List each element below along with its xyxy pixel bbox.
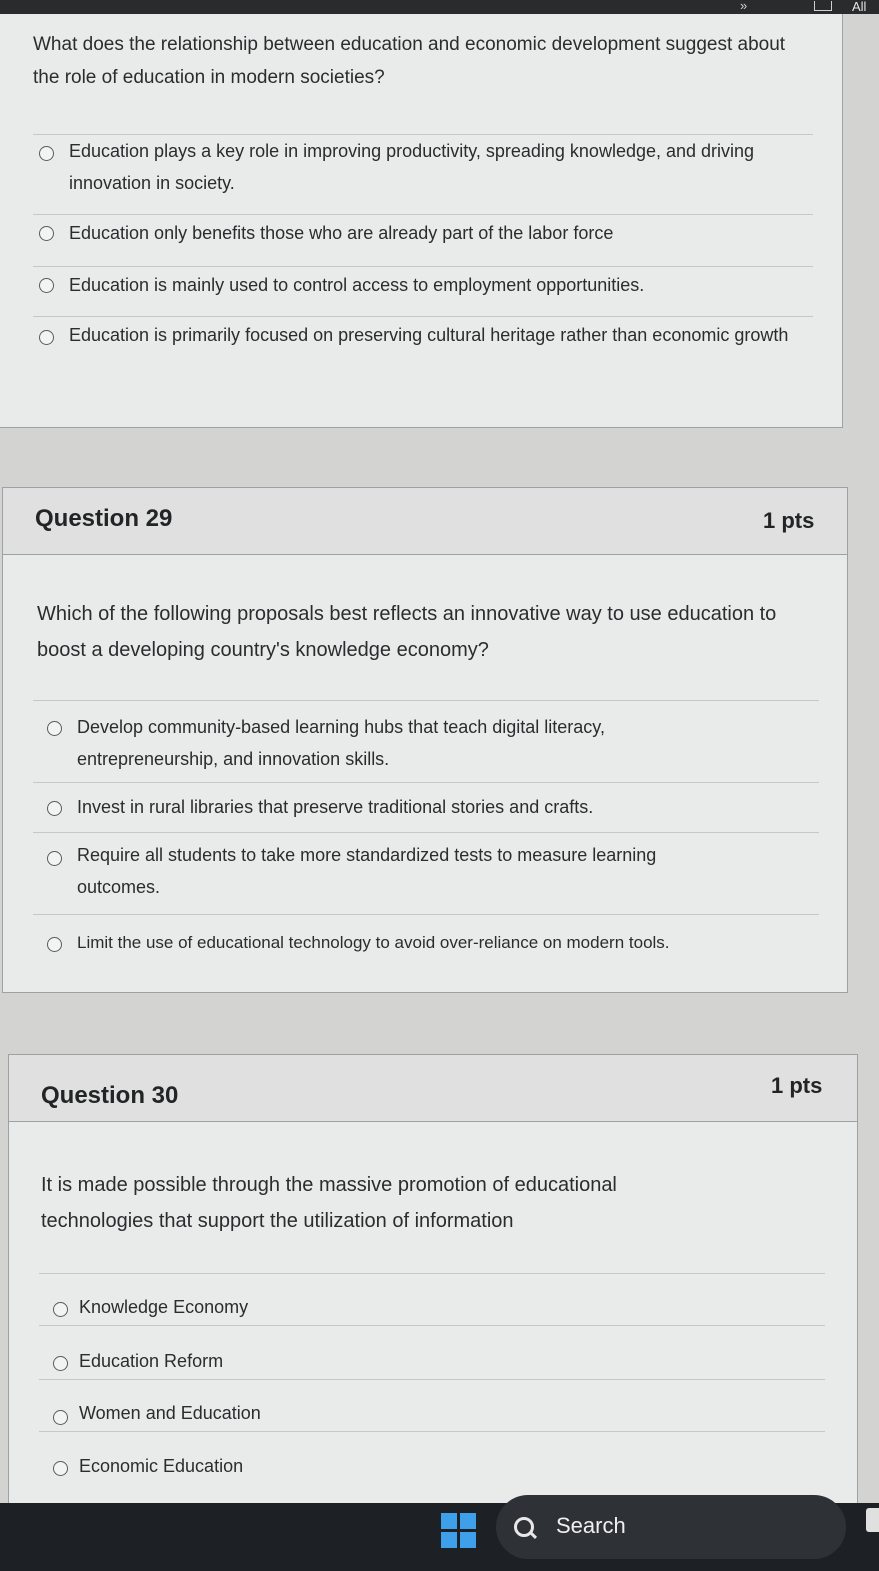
question-29-points: 1 pts bbox=[763, 508, 815, 533]
browser-toolbar: » All bbox=[0, 0, 879, 14]
question-30-option-4[interactable]: Economic Education bbox=[39, 1431, 825, 1491]
radio-button[interactable] bbox=[47, 937, 62, 952]
question-28-card: What does the relationship between educa… bbox=[0, 14, 843, 428]
radio-button[interactable] bbox=[53, 1302, 68, 1317]
radio-button[interactable] bbox=[39, 226, 54, 241]
question-30-header: Question 30 1 pts bbox=[9, 1055, 857, 1122]
question-29-option-4[interactable]: Limit the use of educational technology … bbox=[33, 914, 819, 968]
option-label[interactable]: Education is mainly used to control acce… bbox=[69, 269, 799, 301]
option-label[interactable]: Education Reform bbox=[79, 1345, 223, 1377]
option-label[interactable]: Education plays a key role in improving … bbox=[69, 135, 799, 199]
windows-start-icon[interactable] bbox=[441, 1513, 477, 1549]
option-label[interactable]: Education only benefits those who are al… bbox=[69, 217, 799, 249]
question-29-title: Question 29 bbox=[35, 505, 173, 532]
search-icon bbox=[514, 1517, 534, 1537]
question-28-option-1[interactable]: Education plays a key role in improving … bbox=[33, 134, 813, 214]
option-label[interactable]: Limit the use of educational technology … bbox=[77, 927, 817, 959]
question-29-header: Question 29 1 pts bbox=[3, 488, 847, 555]
question-29-option-2[interactable]: Invest in rural libraries that preserve … bbox=[33, 782, 819, 832]
question-30-option-2[interactable]: Education Reform bbox=[39, 1325, 825, 1379]
radio-button[interactable] bbox=[39, 330, 54, 345]
radio-button[interactable] bbox=[39, 278, 54, 293]
radio-button[interactable] bbox=[47, 851, 62, 866]
radio-button[interactable] bbox=[47, 801, 62, 816]
overflow-chevron-icon[interactable]: » bbox=[740, 0, 747, 13]
question-28-option-2[interactable]: Education only benefits those who are al… bbox=[33, 214, 813, 266]
question-30-option-3[interactable]: Women and Education bbox=[39, 1379, 825, 1431]
option-label[interactable]: Invest in rural libraries that preserve … bbox=[77, 791, 807, 823]
taskbar-app-icon[interactable] bbox=[866, 1508, 879, 1532]
question-30-title: Question 30 bbox=[41, 1082, 179, 1109]
radio-button[interactable] bbox=[47, 721, 62, 736]
question-29-option-3[interactable]: Require all students to take more standa… bbox=[33, 832, 819, 914]
question-30-card: Question 30 1 pts It is made possible th… bbox=[8, 1054, 858, 1506]
option-label[interactable]: Economic Education bbox=[79, 1450, 243, 1482]
radio-button[interactable] bbox=[53, 1461, 68, 1476]
option-label[interactable]: Education is primarily focused on preser… bbox=[69, 319, 809, 351]
question-28-option-3[interactable]: Education is mainly used to control acce… bbox=[33, 266, 813, 316]
question-30-option-1[interactable]: Knowledge Economy bbox=[39, 1273, 825, 1325]
question-29-option-1[interactable]: Develop community-based learning hubs th… bbox=[33, 700, 819, 782]
radio-button[interactable] bbox=[53, 1356, 68, 1371]
radio-button[interactable] bbox=[39, 146, 54, 161]
question-30-points: 1 pts bbox=[771, 1073, 823, 1098]
radio-button[interactable] bbox=[53, 1410, 68, 1425]
taskbar-search-box[interactable]: Search bbox=[496, 1495, 846, 1559]
taskbar: Search bbox=[0, 1495, 879, 1571]
option-label[interactable]: Knowledge Economy bbox=[79, 1291, 248, 1323]
taskbar-search-label: Search bbox=[556, 1513, 626, 1538]
all-bookmarks-label[interactable]: All bbox=[852, 0, 866, 14]
question-30-text: It is made possible through the massive … bbox=[41, 1174, 617, 1232]
question-28-option-4[interactable]: Education is primarily focused on preser… bbox=[33, 316, 813, 396]
question-28-text: What does the relationship between educa… bbox=[33, 34, 786, 88]
bookmark-folder-icon[interactable] bbox=[814, 1, 832, 11]
option-label[interactable]: Require all students to take more standa… bbox=[77, 839, 737, 903]
option-label[interactable]: Develop community-based learning hubs th… bbox=[77, 711, 727, 775]
question-29-card: Question 29 1 pts Which of the following… bbox=[2, 487, 848, 993]
question-29-text: Which of the following proposals best re… bbox=[37, 603, 777, 661]
option-label[interactable]: Women and Education bbox=[79, 1397, 261, 1429]
